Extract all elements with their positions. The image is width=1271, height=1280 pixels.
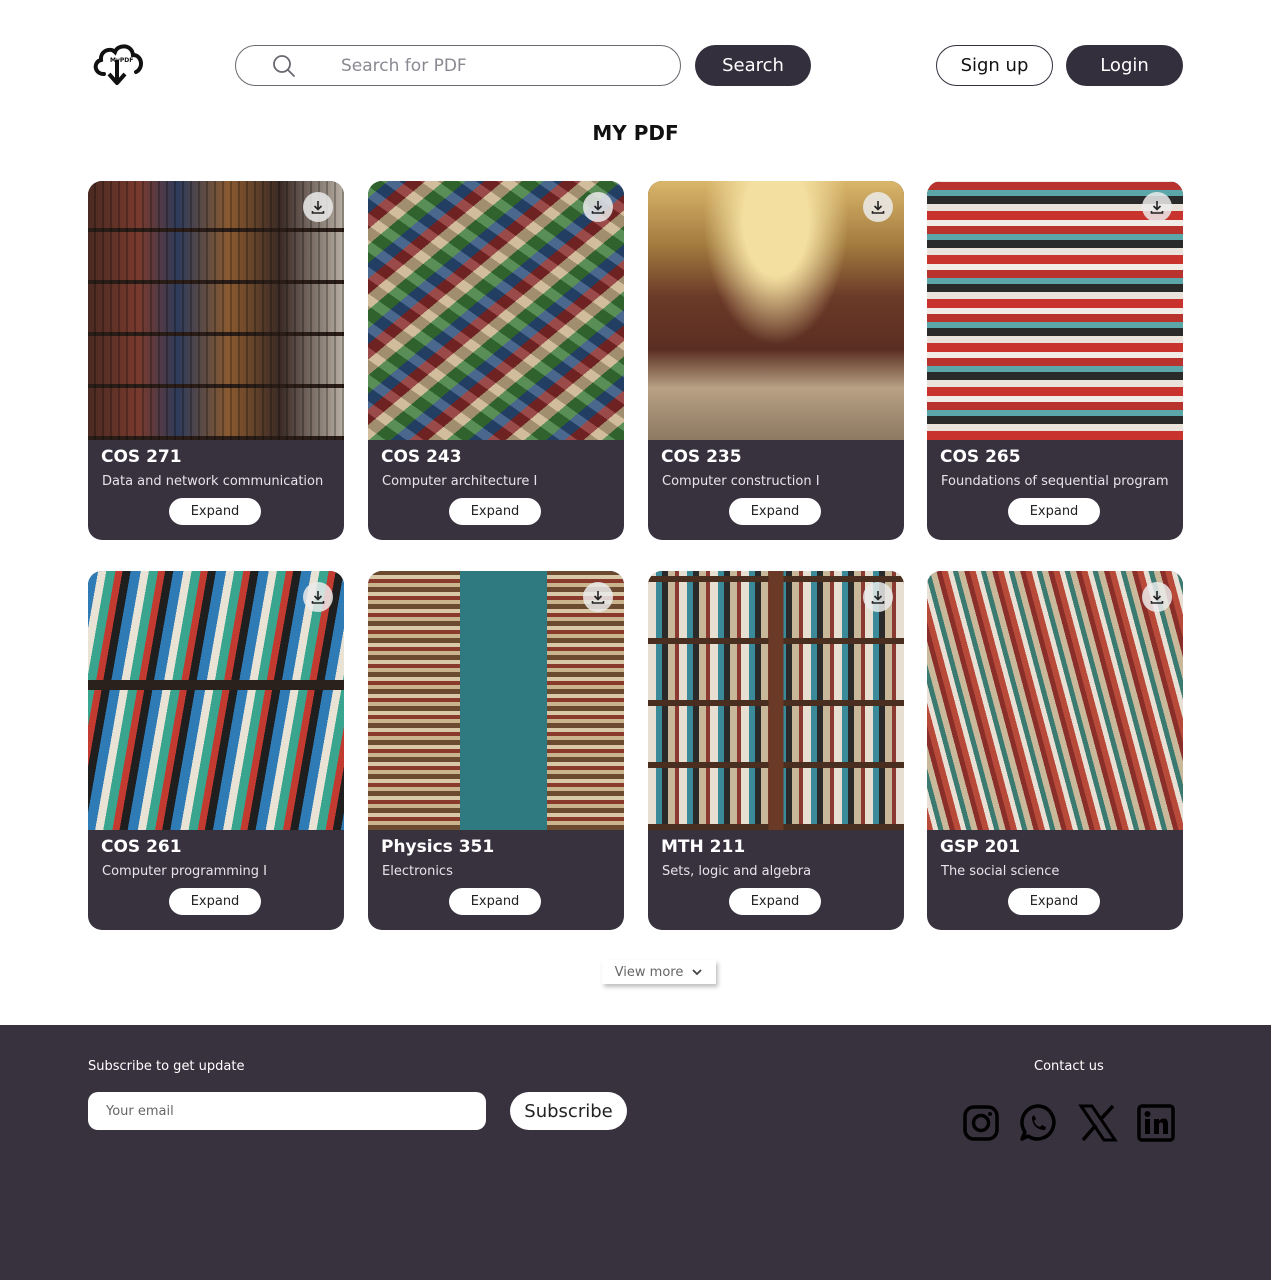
instagram-icon[interactable] [961, 1103, 1001, 1143]
course-code: GSP 201 [940, 837, 1021, 857]
card-image [648, 181, 904, 440]
course-code: Physics 351 [381, 837, 495, 857]
expand-button[interactable]: Expand [449, 498, 541, 525]
linkedin-icon[interactable] [1136, 1103, 1176, 1143]
chevron-down-icon [691, 965, 703, 980]
pdf-card: MTH 211 Sets, logic and algebra Expand [648, 571, 904, 930]
pdf-card: COS 261 Computer programming I Expand [88, 571, 344, 930]
pdf-card: COS 271 Data and network communication E… [88, 181, 344, 540]
card-image [88, 181, 344, 440]
search-input[interactable] [341, 51, 661, 80]
search-button[interactable]: Search [695, 45, 811, 86]
download-icon[interactable] [583, 582, 613, 612]
course-description: The social science [941, 864, 1060, 879]
card-image [648, 571, 904, 830]
course-description: Foundations of sequential program [941, 474, 1169, 489]
expand-button[interactable]: Expand [729, 888, 821, 915]
course-code: COS 243 [381, 447, 462, 467]
svg-text:MyPDF: MyPDF [110, 57, 133, 64]
download-icon[interactable] [863, 582, 893, 612]
card-image [927, 181, 1183, 440]
expand-button[interactable]: Expand [1008, 888, 1100, 915]
card-image [368, 571, 624, 830]
course-description: Computer programming I [102, 864, 267, 879]
download-icon[interactable] [1142, 192, 1172, 222]
expand-button[interactable]: Expand [1008, 498, 1100, 525]
course-code: COS 261 [101, 837, 182, 857]
search-icon[interactable] [272, 54, 296, 78]
pdf-card: COS 243 Computer architecture I Expand [368, 181, 624, 540]
pdf-card: COS 235 Computer construction I Expand [648, 181, 904, 540]
course-code: COS 235 [661, 447, 742, 467]
pdf-card: Physics 351 Electronics Expand [368, 571, 624, 930]
expand-button[interactable]: Expand [729, 498, 821, 525]
course-code: COS 265 [940, 447, 1021, 467]
expand-button[interactable]: Expand [169, 888, 261, 915]
course-description: Computer architecture I [382, 474, 538, 489]
download-icon[interactable] [303, 582, 333, 612]
subscribe-label: Subscribe to get update [88, 1059, 245, 1074]
course-code: MTH 211 [661, 837, 746, 857]
pdf-card: COS 265 Foundations of sequential progra… [927, 181, 1183, 540]
contact-label: Contact us [1034, 1059, 1104, 1074]
logo-icon[interactable]: MyPDF [90, 40, 146, 88]
login-button[interactable]: Login [1066, 45, 1183, 86]
view-more-label: View more [614, 964, 684, 980]
course-description: Electronics [382, 864, 453, 879]
expand-button[interactable]: Expand [169, 498, 261, 525]
download-icon[interactable] [1142, 582, 1172, 612]
page-title: MY PDF [592, 121, 679, 145]
signup-button[interactable]: Sign up [936, 45, 1053, 86]
x-icon[interactable] [1078, 1103, 1118, 1143]
course-code: COS 271 [101, 447, 182, 467]
whatsapp-icon[interactable] [1019, 1103, 1059, 1143]
subscribe-button[interactable]: Subscribe [510, 1092, 627, 1130]
footer: Subscribe to get update Subscribe Contac… [0, 1025, 1271, 1280]
course-description: Sets, logic and algebra [662, 864, 812, 879]
search-bar [235, 45, 681, 86]
course-description: Computer construction I [662, 474, 820, 489]
view-more-button[interactable]: View more [602, 960, 716, 984]
download-icon[interactable] [303, 192, 333, 222]
email-field[interactable] [88, 1092, 486, 1130]
expand-button[interactable]: Expand [449, 888, 541, 915]
card-image [88, 571, 344, 830]
pdf-card: GSP 201 The social science Expand [927, 571, 1183, 930]
card-image [368, 181, 624, 440]
course-description: Data and network communication [102, 474, 324, 489]
card-image [927, 571, 1183, 830]
download-icon[interactable] [583, 192, 613, 222]
download-icon[interactable] [863, 192, 893, 222]
